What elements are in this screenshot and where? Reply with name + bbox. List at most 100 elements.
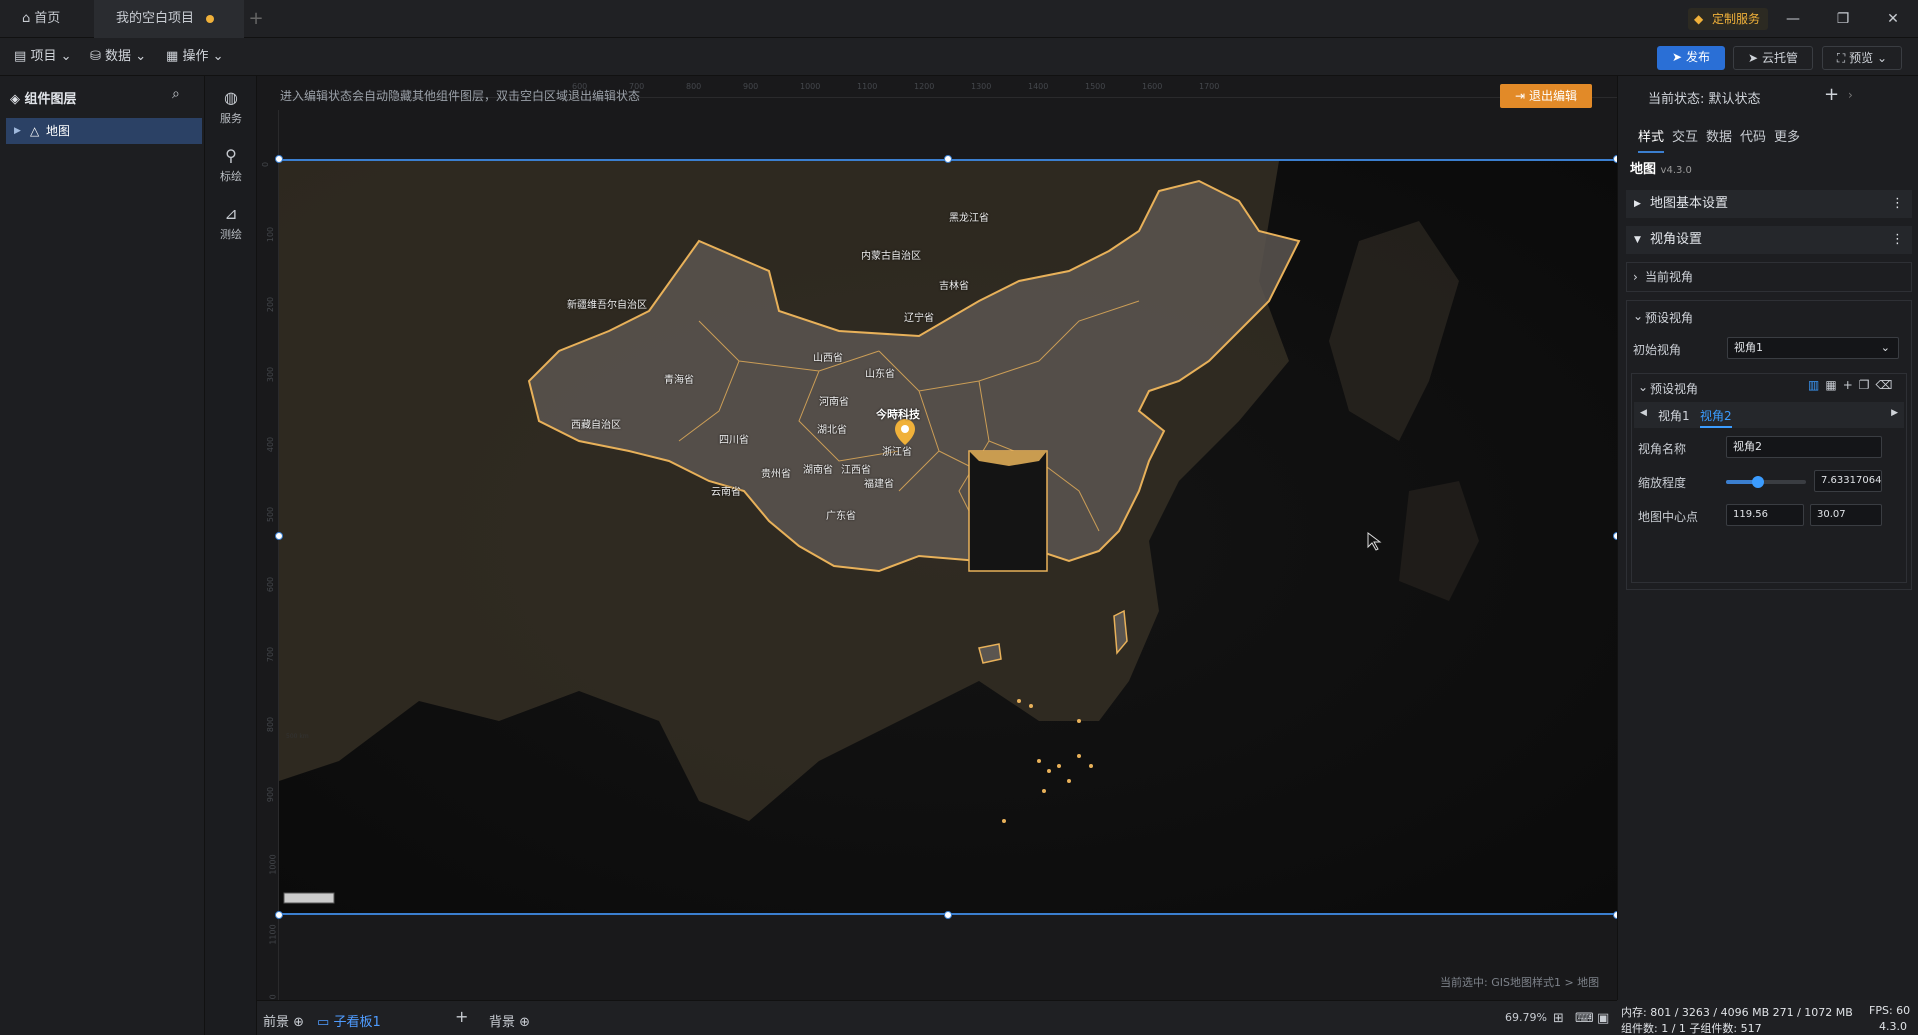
more-vertical-icon[interactable]: ⋮ <box>1891 190 1904 218</box>
current-state-label: 当前状态: 默认状态 <box>1648 92 1761 107</box>
preset-sub-header[interactable]: ⌄ 预设视角 <box>1638 380 1698 397</box>
preset-view-header[interactable]: ⌄ 预设视角 <box>1633 309 1693 326</box>
tab-home[interactable]: ⌂ 首页 <box>22 0 92 38</box>
menu-operation-label: 操作 <box>182 49 209 64</box>
ruler-tick: 1600 <box>1142 82 1163 91</box>
view-tab-1[interactable]: 视角1 <box>1658 407 1690 424</box>
database-icon: ⛁ <box>90 49 101 64</box>
close-button[interactable]: ✕ <box>1880 6 1906 32</box>
globe-icon: ◍ <box>224 88 238 107</box>
exit-edit-button[interactable]: ⇥ 退出编辑 <box>1500 84 1592 108</box>
current-view-label: 当前视角 <box>1645 270 1694 284</box>
resize-handle-tl[interactable] <box>275 155 283 163</box>
restore-button[interactable]: ❐ <box>1830 6 1856 32</box>
tab-foreground[interactable]: 前景 ⊕ <box>263 1011 304 1030</box>
map-component[interactable]: 新疆维吾尔自治区 西藏自治区 青海省 四川省 云南省 内蒙古自治区 黑龙江省 吉… <box>279 159 1617 915</box>
terminal-icon[interactable]: ▣ <box>1597 1011 1609 1026</box>
resize-handle-bottom[interactable] <box>944 911 952 919</box>
ruler-tick: 500 <box>266 506 276 523</box>
tab-project[interactable]: 我的空白项目 <box>94 0 244 38</box>
tab-interaction[interactable]: 交互 <box>1672 126 1698 145</box>
label-jiangxi: 江西省 <box>841 465 871 476</box>
caret-left-icon[interactable]: ◀ <box>1640 408 1647 418</box>
layout-icon[interactable]: ▥ <box>1808 378 1825 392</box>
preview-button[interactable]: ⛶ 预览 ⌄ <box>1822 46 1902 70</box>
add-panel-button[interactable]: + <box>455 1007 468 1026</box>
tab-more[interactable]: 更多 <box>1774 126 1800 145</box>
marker-label: 今時科技 <box>876 408 920 421</box>
ruler-tick: 1000 <box>268 854 278 875</box>
center-lat-input[interactable]: 30.07 <box>1810 504 1882 526</box>
tab-style[interactable]: 样式 <box>1638 126 1665 153</box>
unsaved-dot <box>206 15 214 23</box>
publish-button[interactable]: ➤ 发布 <box>1657 46 1725 70</box>
tab-code[interactable]: 代码 <box>1740 126 1766 145</box>
zoom-slider-thumb[interactable] <box>1752 476 1764 488</box>
caret-right-icon[interactable]: ▶ <box>1891 408 1898 418</box>
grid-icon[interactable]: ▦ <box>1825 378 1842 392</box>
ruler-icon: ⊿ <box>224 204 238 223</box>
section-basic[interactable]: ▶ 地图基本设置 ⋮ <box>1626 190 1912 218</box>
new-tab-button[interactable]: + <box>246 0 266 38</box>
ruler-tick: 800 <box>686 82 702 91</box>
mountain-icon: △ <box>30 124 40 138</box>
more-vertical-icon[interactable]: ⋮ <box>1891 226 1904 254</box>
ruler-tick: 1200 <box>914 82 935 91</box>
resize-handle-top[interactable] <box>944 155 952 163</box>
center-label: 地图中心点 <box>1638 510 1699 524</box>
ruler-tick: 600 <box>266 576 276 593</box>
menu-project[interactable]: ▤ 项目 ⌄ <box>14 48 72 66</box>
sidebar-marker-label: 标绘 <box>220 170 242 183</box>
sidebar-service[interactable]: ◍ 服务 <box>205 88 257 126</box>
zoom-input[interactable]: 7.633170647 <box>1814 470 1882 492</box>
file-icon: ▤ <box>14 49 27 64</box>
cloud-host-button[interactable]: ➤ 云托管 <box>1733 46 1813 70</box>
view-tab-2[interactable]: 视角2 <box>1700 407 1732 428</box>
tab-background[interactable]: 背景 ⊕ <box>489 1011 530 1030</box>
minimize-button[interactable]: — <box>1780 6 1806 32</box>
resize-handle-left[interactable] <box>275 532 283 540</box>
zoom-slider[interactable] <box>1726 476 1806 488</box>
initial-view-label: 初始视角 <box>1633 343 1682 357</box>
chevron-down-icon: ⌄ <box>1877 51 1888 65</box>
foreground-label: 前景 <box>263 1015 290 1030</box>
sidebar-measure[interactable]: ⊿ 测绘 <box>205 204 257 242</box>
bottom-bar: 前景 ⊕ ▭ 子看板1 + 背景 ⊕ 69.79% ⊞ ⌨ ▣ <box>257 1000 1617 1035</box>
copy-icon[interactable]: ❐ <box>1859 378 1876 392</box>
ruler-tick: 1700 <box>1199 82 1220 91</box>
sidebar-measure-label: 测绘 <box>220 228 242 241</box>
chevron-right-icon[interactable]: › <box>1848 88 1853 102</box>
ruler-tick: 700 <box>266 646 276 663</box>
view-name-input[interactable]: 视角2 <box>1726 436 1882 458</box>
menu-data[interactable]: ⛁ 数据 ⌄ <box>90 48 146 66</box>
fit-icon[interactable]: ⊞ <box>1553 1011 1564 1026</box>
tab-data[interactable]: 数据 <box>1706 126 1732 145</box>
tab-home-label: 首页 <box>34 11 61 26</box>
memory-status: 内存: 801 / 3263 / 4096 MB 271 / 1072 MB <box>1621 1006 1853 1019</box>
resize-handle-bl[interactable] <box>275 911 283 919</box>
add-state-button[interactable]: + <box>1824 84 1839 105</box>
current-view-row[interactable]: › 当前视角 <box>1626 262 1912 292</box>
ruler-tick: 400 <box>266 436 276 453</box>
trash-icon[interactable]: ⌫ <box>1876 378 1899 392</box>
section-view[interactable]: ▼ 视角设置 ⋮ <box>1626 226 1912 254</box>
menu-operation[interactable]: ▦ 操作 ⌄ <box>166 48 224 66</box>
ruler-tick: 100 <box>266 226 276 243</box>
sidebar-marker[interactable]: ⚲ 标绘 <box>205 146 257 184</box>
label-zhejiang: 浙江省 <box>882 447 912 458</box>
custom-service-button[interactable]: ◆ 定制服务 <box>1688 8 1769 30</box>
initial-view-value: 视角1 <box>1734 341 1763 354</box>
zoom-level[interactable]: 69.79% <box>1505 1011 1547 1024</box>
ruler-tick: 0 <box>261 161 271 168</box>
search-icon[interactable]: ⌕ <box>172 86 180 102</box>
initial-view-select[interactable]: 视角1 ⌄ <box>1727 337 1899 359</box>
caret-right-icon: ▶ <box>1634 199 1641 209</box>
center-lng-input[interactable]: 119.56 <box>1726 504 1804 526</box>
view-tabs: ◀ 视角1 视角2 ▶ <box>1634 402 1904 428</box>
plus-icon[interactable]: + <box>1843 378 1859 392</box>
tab-sub-panel[interactable]: ▭ 子看板1 <box>317 1011 437 1035</box>
expand-icon: ⛶ <box>1836 51 1846 65</box>
keyboard-icon[interactable]: ⌨ <box>1575 1011 1594 1026</box>
layer-item-label: 地图 <box>46 124 71 138</box>
layer-item-map[interactable]: ▶ △ 地图 <box>6 118 202 144</box>
